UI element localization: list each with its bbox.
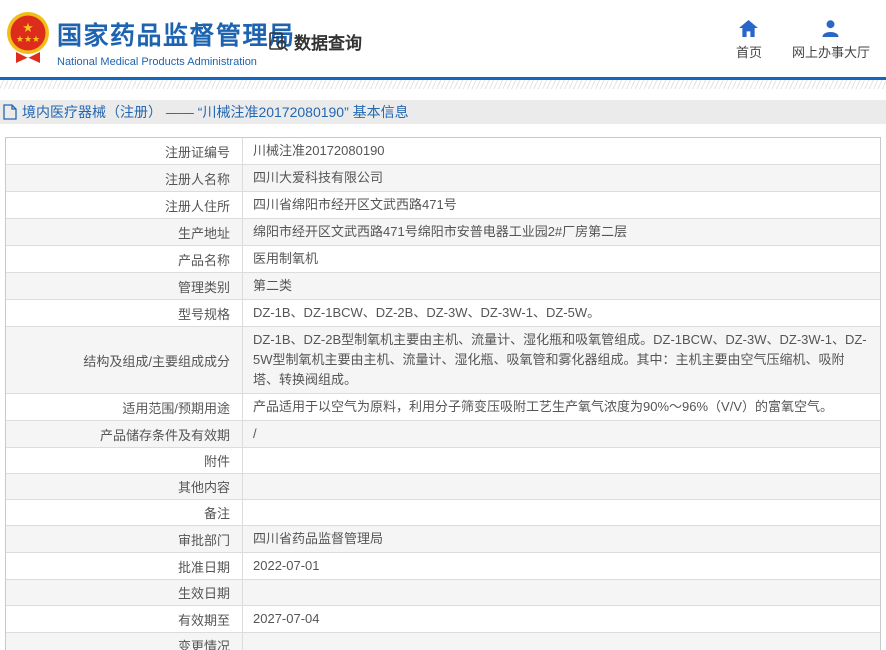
row-label: 注册人住所 <box>6 192 243 218</box>
row-label: 生产地址 <box>6 219 243 245</box>
table-row: 型号规格 DZ-1B、DZ-1BCW、DZ-2B、DZ-3W、DZ-3W-1、DZ… <box>6 300 880 327</box>
top-nav: 首页 网上办事大厅 <box>736 20 870 61</box>
national-emblem-logo: ★ ★★★ <box>7 12 49 63</box>
row-label: 变更情况 <box>6 633 243 650</box>
row-label: 审批部门 <box>6 526 243 552</box>
table-row: 变更情况 <box>6 633 880 650</box>
nav-online-hall-label: 网上办事大厅 <box>791 45 870 60</box>
hatch-strip <box>0 80 886 89</box>
row-value: 四川大爱科技有限公司 <box>253 170 384 185</box>
row-label: 产品储存条件及有效期 <box>6 421 243 447</box>
table-row: 审批部门 四川省药品监督管理局 <box>6 526 880 553</box>
row-value <box>243 580 880 605</box>
row-label: 批准日期 <box>6 553 243 579</box>
row-label: 注册证编号 <box>6 138 243 164</box>
table-row: 有效期至 2027-07-04 <box>6 606 880 633</box>
row-label: 产品名称 <box>6 246 243 272</box>
nav-home-label: 首页 <box>735 45 762 60</box>
row-label: 结构及组成/主要组成成分 <box>6 327 243 393</box>
table-row: 产品名称 医用制氧机 <box>6 246 880 273</box>
home-icon <box>739 20 759 37</box>
table-row: 附件 <box>6 448 880 474</box>
row-value: 四川省药品监督管理局 <box>253 531 384 546</box>
row-value <box>243 474 880 499</box>
row-value: 产品适用于以空气为原料，利用分子筛变压吸附工艺生产氧气浓度为90%～96%（V/… <box>253 399 833 414</box>
row-value: DZ-1B、DZ-1BCW、DZ-2B、DZ-3W、DZ-3W-1、DZ-5W。 <box>253 305 601 320</box>
document-search-icon <box>269 32 289 52</box>
row-value: 四川省绵阳市经开区文武西路471号 <box>253 197 457 212</box>
svg-text:★: ★ <box>22 20 34 35</box>
breadcrumb-text: 境内医疗器械（注册） —— “川械注准20172080190” 基本信息 <box>22 104 409 120</box>
data-query-tab[interactable]: 数据查询 <box>268 29 362 54</box>
row-value <box>243 500 880 525</box>
row-value: 2027-07-04 <box>253 611 320 626</box>
table-row: 备注 <box>6 500 880 526</box>
breadcrumb: 境内医疗器械（注册） —— “川械注准20172080190” 基本信息 <box>0 100 886 124</box>
row-value: / <box>253 426 257 441</box>
page-icon <box>3 104 17 120</box>
table-row: 其他内容 <box>6 474 880 500</box>
nav-home[interactable]: 首页 <box>736 20 762 61</box>
row-label: 有效期至 <box>6 606 243 632</box>
spacer <box>0 89 886 100</box>
row-label: 注册人名称 <box>6 165 243 191</box>
row-label: 型号规格 <box>6 300 243 326</box>
table-row: 批准日期 2022-07-01 <box>6 553 880 580</box>
site-title-block: 国家药品监督管理局 National Medical Products Admi… <box>57 16 296 68</box>
nav-online-hall[interactable]: 网上办事大厅 <box>792 20 870 61</box>
row-value: DZ-1B、DZ-2B型制氧机主要由主机、流量计、湿化瓶和吸氧管组成。DZ-1B… <box>253 332 867 387</box>
row-value <box>243 633 880 650</box>
row-value: 2022-07-01 <box>253 558 320 573</box>
data-query-label: 数据查询 <box>294 34 362 53</box>
table-row: 结构及组成/主要组成成分 DZ-1B、DZ-2B型制氧机主要由主机、流量计、湿化瓶… <box>6 327 880 394</box>
table-row: 管理类别 第二类 <box>6 273 880 300</box>
table-row: 适用范围/预期用途 产品适用于以空气为原料，利用分子筛变压吸附工艺生产氧气浓度为9… <box>6 394 880 421</box>
page-header: ★ ★★★ 国家药品监督管理局 National Medical Product… <box>0 0 886 77</box>
table-row: 生效日期 <box>6 580 880 606</box>
site-subtitle: National Medical Products Administration <box>57 56 257 68</box>
row-label: 备注 <box>6 500 243 525</box>
svg-text:★★★: ★★★ <box>16 34 40 44</box>
person-icon <box>822 20 840 37</box>
site-title: 国家药品监督管理局 <box>57 22 296 50</box>
registration-info-table: 注册证编号 川械注准20172080190 注册人名称 四川大爱科技有限公司 注册人住所… <box>5 137 881 650</box>
table-row: 注册人住所 四川省绵阳市经开区文武西路471号 <box>6 192 880 219</box>
table-row: 注册人名称 四川大爱科技有限公司 <box>6 165 880 192</box>
row-value <box>243 448 880 473</box>
table-row: 产品储存条件及有效期 / <box>6 421 880 448</box>
row-value: 绵阳市经开区文武西路471号绵阳市安普电器工业园2#厂房第二层 <box>253 224 628 239</box>
row-label: 生效日期 <box>6 580 243 605</box>
row-label: 附件 <box>6 448 243 473</box>
row-value: 第二类 <box>253 278 293 293</box>
row-label: 适用范围/预期用途 <box>6 394 243 420</box>
table-row: 生产地址 绵阳市经开区文武西路471号绵阳市安普电器工业园2#厂房第二层 <box>6 219 880 246</box>
row-label: 管理类别 <box>6 273 243 299</box>
row-value: 医用制氧机 <box>253 251 319 266</box>
row-value: 川械注准20172080190 <box>253 143 385 158</box>
table-row: 注册证编号 川械注准20172080190 <box>6 138 880 165</box>
row-label: 其他内容 <box>6 474 243 499</box>
